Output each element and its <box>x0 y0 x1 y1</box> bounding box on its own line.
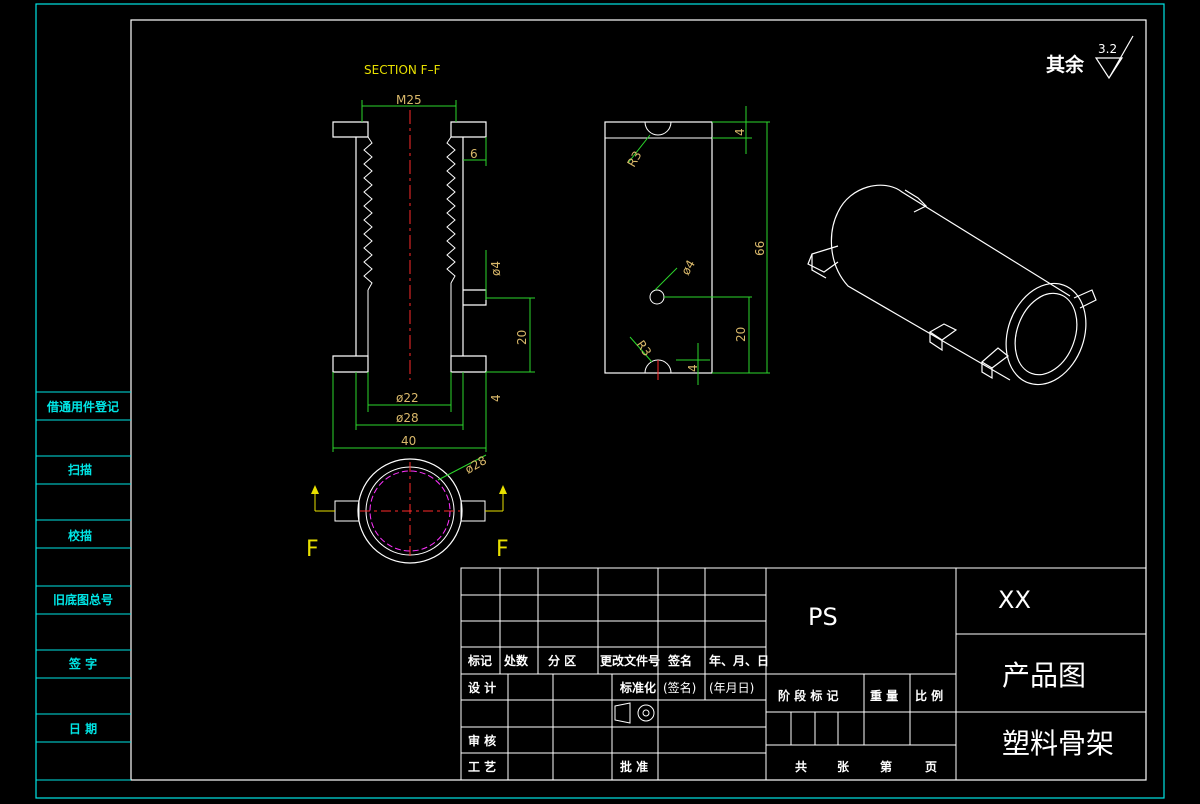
label-review: 审 核 <box>468 733 496 748</box>
rev-header-zone: 分 区 <box>548 653 576 668</box>
rev-header-count: 处数 <box>503 653 529 668</box>
dim-pin-spacing: 20 <box>515 330 529 345</box>
material-value: PS <box>808 603 838 631</box>
dim-top-slot: 4 <box>733 128 747 136</box>
rev-header-date: 年、月、日 <box>709 653 769 668</box>
dim-radius-bottom: R3 <box>634 338 655 359</box>
section-label: SECTION F–F <box>364 63 441 77</box>
label-process: 工 艺 <box>468 759 496 774</box>
end-view[interactable]: ø28 F F <box>306 453 509 564</box>
part-name: 塑料骨架 <box>1002 727 1114 760</box>
dim-flange-bottom: 4 <box>489 394 503 402</box>
dim-bottom-slot: 4 <box>686 364 700 372</box>
company-name: XX <box>998 586 1031 614</box>
dim-end-view-dia: ø28 <box>463 453 490 476</box>
roughness-symbol: 其余 3.2 <box>1046 35 1134 80</box>
label-sheet-no: 第 <box>880 759 892 774</box>
roughness-prefix: 其余 <box>1046 53 1085 76</box>
label-sign-paren: (签名) <box>663 680 696 695</box>
strip-label-old-number: 旧底图总号 <box>53 592 113 607</box>
label-sheet-page: 页 <box>925 760 937 774</box>
label-approve: 批 准 <box>620 759 648 774</box>
cad-drawing-canvas[interactable]: 借通用件登记 扫描 校描 旧底图总号 签 字 日 期 其余 3.2 SECTIO… <box>0 0 1200 800</box>
dim-pin-dia: ø4 <box>489 261 503 276</box>
label-sheet-total: 共 <box>795 759 807 774</box>
rev-header-mark: 标记 <box>467 653 492 668</box>
dim-radius-top: R3 <box>624 149 644 170</box>
label-design: 设 计 <box>468 680 496 695</box>
label-scale: 比 例 <box>915 688 943 703</box>
dim-hole-dia: ø4 <box>678 258 698 278</box>
rev-header-sign: 签名 <box>667 653 692 668</box>
title-block-text: 标记 处数 分 区 更改文件号 签名 年、月、日 设 计 标准化 (签名) (年… <box>467 586 1114 774</box>
dim-outer-dia: ø28 <box>396 411 419 425</box>
left-strip: 借通用件登记 扫描 校描 旧底图总号 签 字 日 期 <box>36 391 131 781</box>
side-view[interactable]: 4 66 20 ø4 R3 R3 4 <box>604 106 770 385</box>
strip-label-date: 日 期 <box>69 721 97 736</box>
isometric-view[interactable] <box>807 184 1099 396</box>
label-standardize: 标准化 <box>619 680 656 695</box>
section-view[interactable]: SECTION F–F M25 6 ø4 20 4 ø22 ø28 40 <box>332 63 535 452</box>
label-sheet-unit: 张 <box>837 759 850 774</box>
drawing-svg: 借通用件登记 扫描 校描 旧底图总号 签 字 日 期 其余 3.2 SECTIO… <box>35 3 1165 799</box>
dim-total-height: 66 <box>753 241 767 256</box>
roughness-value: 3.2 <box>1098 42 1117 56</box>
label-weight: 重 量 <box>870 688 898 703</box>
strip-label-signature: 签 字 <box>68 656 97 671</box>
drawing-type: 产品图 <box>1002 659 1086 692</box>
dim-overall-width: 40 <box>401 434 416 448</box>
label-date-paren: (年月日) <box>709 681 754 695</box>
section-marker-left: F <box>306 537 319 562</box>
dim-thread: M25 <box>396 93 422 107</box>
strip-label-scan: 扫描 <box>68 462 92 477</box>
section-marker-right: F <box>496 537 509 562</box>
strip-label-register: 借通用件登记 <box>46 399 119 414</box>
rev-header-change-doc: 更改文件号 <box>600 653 660 668</box>
dim-hole-height: 20 <box>734 327 748 342</box>
strip-label-trace: 校描 <box>68 528 92 543</box>
outer-frame <box>35 3 1165 799</box>
dim-flange-top: 6 <box>470 147 478 161</box>
dim-inner-dia: ø22 <box>396 391 419 405</box>
label-stage-mark: 阶 段 标 记 <box>778 688 839 703</box>
